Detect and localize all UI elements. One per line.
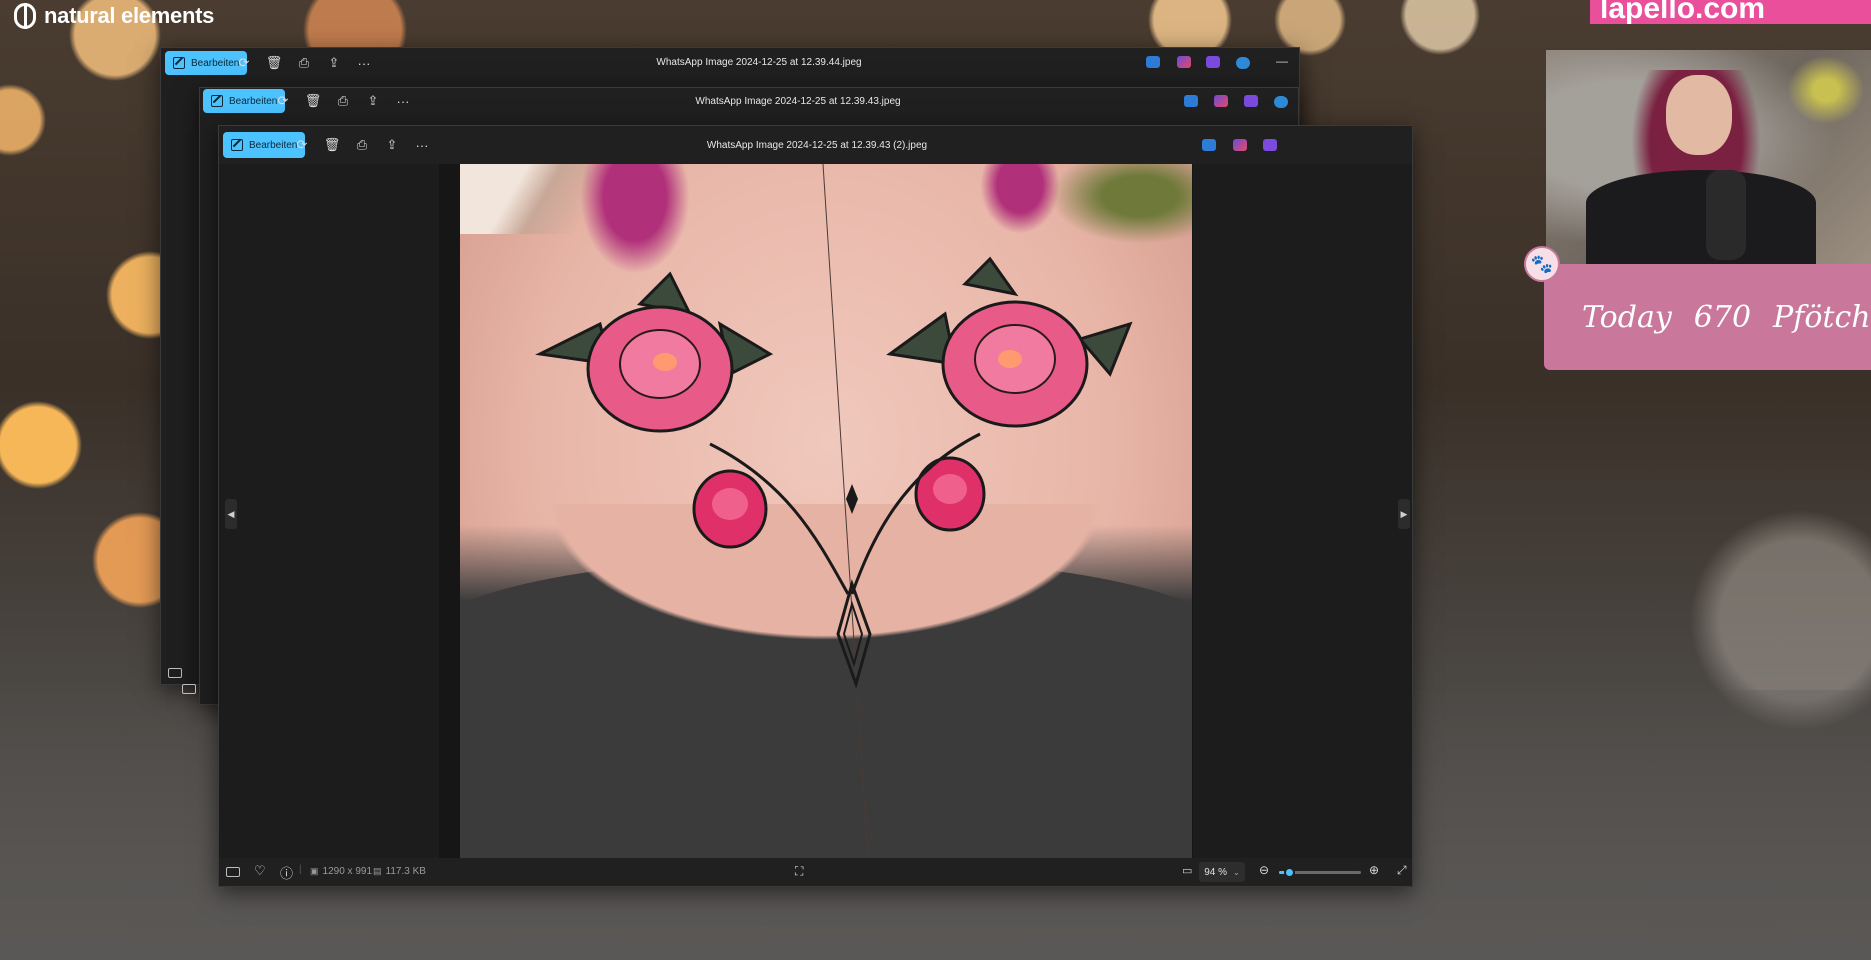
designer-app-icon[interactable] [1184, 95, 1198, 107]
more-icon[interactable]: ··· [394, 92, 412, 110]
edit-pen-icon [231, 139, 243, 151]
titlebar: Bearbeiten ⟳ 🗑 ⎙ ⇪ ··· WhatsApp Image 20… [219, 126, 1412, 164]
video-app-icon[interactable] [1244, 95, 1258, 107]
counter-unit: Pfötchen [1773, 299, 1871, 335]
heart-icon[interactable]: ♡ [254, 863, 266, 879]
counter-label: Today [1582, 299, 1672, 335]
titlebar: Bearbeiten ⟳ 🗑 ⎙ ⇪ ··· WhatsApp Image 20… [200, 88, 1298, 114]
chevron-down-icon: ⌄ [1233, 867, 1240, 877]
image-dimensions: ▣ 1290 x 991 [310, 866, 372, 877]
print-icon[interactable]: ⎙ [334, 92, 352, 110]
video-app-icon[interactable] [1206, 56, 1220, 68]
trash-icon[interactable]: 🗑 [265, 54, 283, 72]
filmstrip-icon[interactable] [168, 668, 182, 678]
leaf-logo-icon [14, 3, 36, 29]
video-app-icon[interactable] [1263, 139, 1277, 151]
rose-tattoo-drawing [535, 164, 1133, 858]
edit-pen-icon [173, 57, 185, 69]
next-image-button[interactable]: ▶ [1398, 499, 1410, 529]
onedrive-icon[interactable] [1274, 96, 1288, 108]
window-title: WhatsApp Image 2024-12-25 at 12.39.44.jp… [656, 57, 862, 68]
share-icon[interactable]: ⇪ [364, 92, 382, 110]
titlebar: Bearbeiten ⟳ 🗑 ⎙ ⇪ ··· WhatsApp Image 20… [161, 48, 1299, 76]
zoom-level-text: 94 % [1204, 866, 1228, 878]
window-title: WhatsApp Image 2024-12-25 at 12.39.43.jp… [695, 96, 901, 107]
print-icon[interactable]: ⎙ [295, 54, 313, 72]
tattoo-photo [460, 164, 1192, 858]
photo-window-front[interactable]: Bearbeiten ⟳ 🗑 ⎙ ⇪ ··· WhatsApp Image 20… [218, 125, 1413, 887]
filmstrip-icon[interactable] [226, 867, 240, 877]
more-icon[interactable]: ··· [355, 54, 373, 72]
designer-app-icon[interactable] [1146, 56, 1160, 68]
rotate-icon[interactable]: ⟳ [235, 54, 253, 72]
divider: | [299, 864, 302, 875]
file-size-text: 117.3 KB [385, 866, 426, 877]
rotate-icon[interactable]: ⟳ [293, 136, 311, 154]
edit-label: Bearbeiten [229, 95, 278, 107]
fullscreen-icon[interactable]: ⤢ [1397, 863, 1407, 878]
info-icon[interactable]: ⓘ [280, 863, 293, 882]
webcam-overlay [1546, 50, 1871, 265]
file-size: ▤ 117.3 KB [373, 866, 426, 877]
zoom-level-dropdown[interactable]: 94 % ⌄ [1199, 862, 1245, 882]
webcam-lights [1781, 50, 1871, 130]
fit-to-screen-icon[interactable]: ⛶ [795, 864, 803, 879]
image-viewer[interactable]: ◀ ▶ [219, 164, 1412, 858]
paw-icon: 🐾 [1524, 246, 1560, 282]
file-size-icon: ▤ [373, 866, 382, 876]
counter-value: 670 [1693, 299, 1752, 335]
more-icon[interactable]: ··· [413, 136, 431, 154]
dimensions-icon: ▣ [310, 866, 319, 876]
zoom-slider-thumb[interactable] [1283, 867, 1295, 878]
edit-label: Bearbeiten [191, 57, 240, 69]
trash-icon[interactable]: 🗑 [304, 92, 322, 110]
share-icon[interactable]: ⇪ [383, 136, 401, 154]
edit-label: Bearbeiten [249, 139, 298, 151]
brand-name: natural elements [44, 3, 215, 28]
zoom-in-icon[interactable]: ⊕ [1369, 863, 1379, 877]
sponsor-banner: lapello.com [1590, 0, 1871, 24]
trash-icon[interactable]: 🗑 [323, 136, 341, 154]
webcam-person-sweater [1586, 170, 1816, 265]
dimensions-text: 1290 x 991 [322, 866, 373, 877]
screen-fit-icon[interactable]: ▭ [1182, 864, 1192, 877]
paw-counter: Today 670 Pfötchen [1544, 264, 1871, 370]
onedrive-icon[interactable] [1236, 57, 1250, 69]
filmstrip-icon[interactable] [182, 684, 196, 694]
clipchamp-app-icon[interactable] [1177, 56, 1191, 68]
window-title: WhatsApp Image 2024-12-25 at 12.39.43 (2… [706, 140, 928, 151]
rotate-icon[interactable]: ⟳ [274, 92, 292, 110]
brand-logo: natural elements [14, 2, 214, 30]
edit-pen-icon [211, 95, 223, 107]
clipchamp-app-icon[interactable] [1233, 139, 1247, 151]
print-icon[interactable]: ⎙ [353, 136, 371, 154]
previous-image-button[interactable]: ◀ [225, 499, 237, 529]
clipchamp-app-icon[interactable] [1214, 95, 1228, 107]
designer-app-icon[interactable] [1202, 139, 1216, 151]
status-bar: ♡ ⓘ | ▣ 1290 x 991 ▤ 117.3 KB ⛶ ▭ 94 % ⌄… [219, 858, 1412, 886]
zoom-out-icon[interactable]: ⊖ [1259, 863, 1269, 877]
share-icon[interactable]: ⇪ [325, 54, 343, 72]
microphone [1706, 170, 1746, 260]
webcam-person-face [1666, 75, 1732, 155]
minimize-button[interactable]: — [1276, 54, 1288, 68]
